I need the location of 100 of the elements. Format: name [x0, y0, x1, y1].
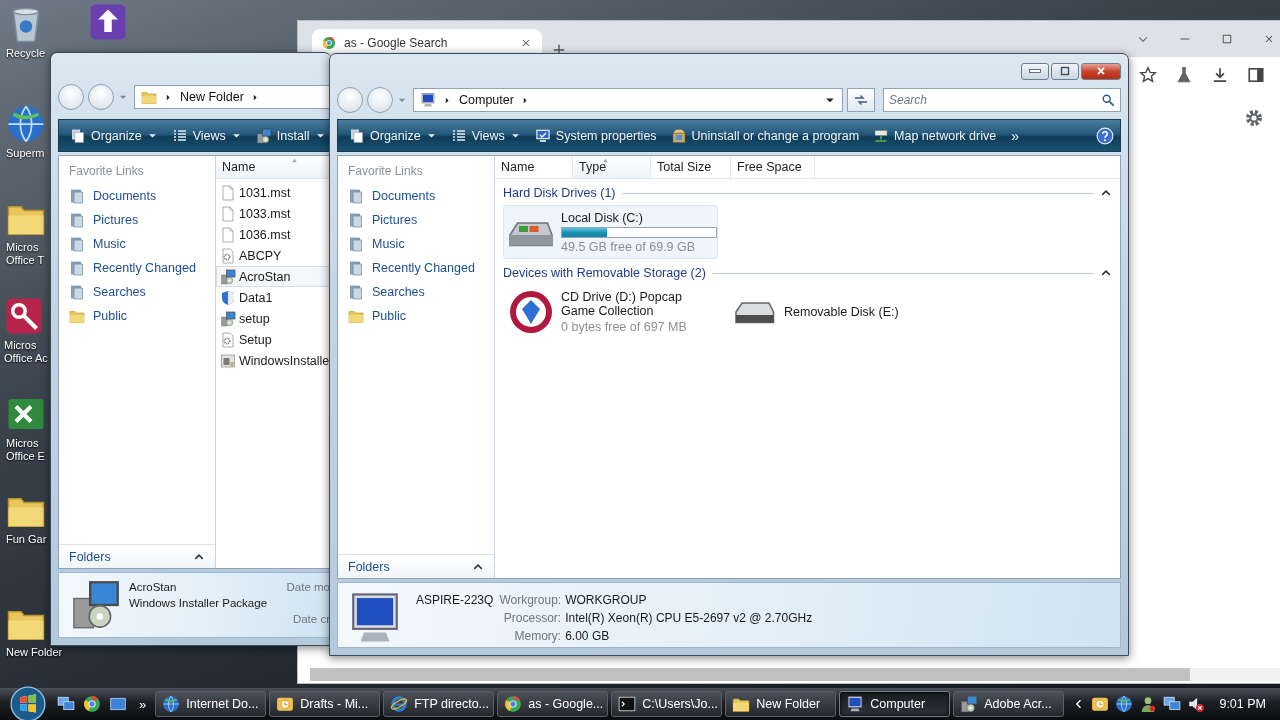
drive-item[interactable]: Local Disk (C:) 49.5 GB free of 69.9 GB: [503, 205, 718, 259]
app-icon[interactable]: [88, 2, 128, 42]
toolbar-button[interactable]: Install: [250, 124, 331, 147]
star-icon[interactable]: [1139, 66, 1157, 84]
show-desktop-icon[interactable]: [109, 695, 127, 713]
file-item[interactable]: 1031.mst: [216, 182, 330, 203]
taskbar-button[interactable]: as - Google...: [497, 691, 609, 717]
folders-toggle[interactable]: Folders: [338, 554, 494, 578]
file-item[interactable]: 1036.mst: [216, 224, 330, 245]
favorite-link[interactable]: Pictures: [59, 208, 215, 232]
computer-name: ASPIRE-223Q: [416, 593, 495, 607]
toolbar-button[interactable]: Views: [166, 124, 247, 147]
folders-toggle[interactable]: Folders: [59, 544, 215, 568]
drive-item[interactable]: CD Drive (D:) Popcap Game Collection 0 bytes free of 697 MB: [503, 285, 718, 339]
favorite-link[interactable]: Searches: [59, 280, 215, 304]
scrollbar-thumb[interactable]: [310, 668, 1190, 681]
globe-icon[interactable]: [6, 104, 46, 144]
browser-icon[interactable]: [83, 695, 101, 713]
maximize-icon[interactable]: [1221, 33, 1233, 45]
person-icon[interactable]: [1139, 695, 1158, 713]
installer-icon: [220, 268, 236, 285]
taskbar-button[interactable]: C:\Users\Jo...: [611, 691, 723, 717]
group-header[interactable]: Hard Disk Drives (1): [503, 186, 616, 200]
file-item[interactable]: 1033.mst: [216, 203, 330, 224]
clock[interactable]: 9:01 PM: [1219, 697, 1266, 711]
key-app-icon[interactable]: [4, 296, 44, 336]
package-icon: [220, 352, 236, 369]
taskbar-button[interactable]: Drafts - Mi...: [269, 691, 381, 717]
favorite-link[interactable]: Searches: [338, 280, 494, 304]
search-field[interactable]: Search: [883, 88, 1121, 112]
speaker-muted-icon[interactable]: [1187, 695, 1206, 713]
toolbar-button[interactable]: System properties: [529, 124, 662, 147]
favorite-link[interactable]: Documents: [338, 184, 494, 208]
file-item[interactable]: Setup: [216, 329, 330, 350]
group-header[interactable]: Devices with Removable Storage (2): [503, 266, 706, 280]
detail-value: WORKGROUP: [565, 593, 648, 607]
overflow-button[interactable]: »: [139, 696, 147, 712]
file-item[interactable]: AcroStan: [216, 266, 330, 287]
taskbar-button[interactable]: FTP directo...: [383, 691, 495, 717]
toolbar-button[interactable]: Organize: [65, 124, 163, 147]
pages-icon: [349, 127, 365, 144]
favorite-link[interactable]: Public: [338, 304, 494, 328]
favorite-link[interactable]: Recently Changed: [338, 256, 494, 280]
close-icon[interactable]: [1263, 33, 1275, 45]
desktop-icon-label[interactable]: Micros Office T: [6, 241, 52, 267]
file-item[interactable]: Data1: [216, 287, 330, 308]
toolbar-button[interactable]: Organize: [344, 124, 442, 147]
refresh-button[interactable]: [847, 88, 875, 112]
address-bar[interactable]: Computer: [413, 88, 843, 112]
taskbar-button[interactable]: Internet Do...: [155, 691, 267, 717]
flask-icon[interactable]: [1175, 66, 1193, 84]
network-icon[interactable]: [57, 695, 75, 713]
file-item[interactable]: WindowsInstalle: [216, 350, 330, 371]
toolbar-button[interactable]: Uninstall or change a program: [665, 124, 865, 147]
address-bar[interactable]: New Folder: [134, 85, 331, 109]
search-icon[interactable]: [1101, 93, 1115, 107]
desktop-icon-label[interactable]: Micros Office Ac: [4, 339, 50, 365]
desktop-icon-label[interactable]: Fun Gar: [6, 533, 47, 546]
column-header[interactable]: Type: [573, 156, 651, 178]
favorite-link[interactable]: Documents: [59, 184, 215, 208]
side-panel-icon[interactable]: [1247, 66, 1265, 84]
favorite-link[interactable]: Recently Changed: [59, 256, 215, 280]
download-icon[interactable]: [1211, 66, 1229, 84]
favorite-link[interactable]: Public: [59, 304, 215, 328]
file-item[interactable]: ABCPY: [216, 245, 330, 266]
desktop-icon-label[interactable]: Superm: [6, 147, 45, 160]
library-icon: [69, 260, 85, 276]
start-button-icon[interactable]: [10, 686, 46, 720]
desktop-icon-label[interactable]: New Folder: [6, 646, 63, 659]
taskbar-button[interactable]: Computer: [839, 691, 951, 717]
desktop-icon-label[interactable]: Recycle: [6, 47, 46, 60]
folder-icon: [348, 308, 364, 324]
favorite-link[interactable]: Music: [59, 232, 215, 256]
minimize-button[interactable]: [1021, 62, 1049, 80]
file-item[interactable]: setup: [216, 308, 330, 329]
maximize-button[interactable]: [1051, 62, 1079, 80]
favorite-link[interactable]: Music: [338, 232, 494, 256]
network-icon[interactable]: [1163, 695, 1182, 713]
network-drive-icon: [873, 127, 890, 144]
settings-icon[interactable]: [1243, 107, 1265, 129]
taskbar-button[interactable]: Adobe Acr...: [953, 691, 1065, 717]
close-button[interactable]: [1081, 62, 1121, 80]
column-header[interactable]: Free Space: [731, 156, 815, 178]
column-header[interactable]: Total Size: [651, 156, 731, 178]
toolbar-button[interactable]: Map network drive: [868, 124, 1002, 147]
desktop-icon-label[interactable]: Micros Office E: [6, 437, 52, 463]
section-heading: Favorite Links: [68, 164, 145, 180]
close-icon[interactable]: [520, 37, 532, 49]
drive-item[interactable]: Removable Disk (E:): [726, 285, 941, 339]
globe-icon[interactable]: [1115, 695, 1134, 713]
help-icon[interactable]: [1096, 126, 1114, 145]
toolbar-button[interactable]: Views: [445, 124, 526, 147]
library-icon: [348, 284, 364, 300]
favorite-link[interactable]: Pictures: [338, 208, 494, 232]
mail-icon[interactable]: [1091, 695, 1110, 713]
overflow-button[interactable]: »: [1005, 127, 1025, 144]
column-header[interactable]: Name: [216, 156, 330, 178]
taskbar-button[interactable]: New Folder: [725, 691, 837, 717]
page-icon: [220, 226, 236, 243]
file-type: Windows Installer Package: [129, 597, 269, 609]
